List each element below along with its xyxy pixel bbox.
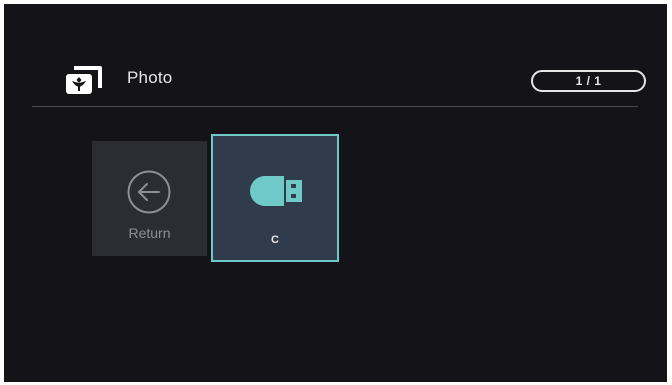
header-divider [32, 106, 638, 107]
page-indicator: 1 / 1 [531, 70, 646, 92]
drive-label: C [271, 234, 279, 246]
screen: Photo 1 / 1 Return C [4, 4, 667, 382]
page-title: Photo [127, 68, 173, 87]
photo-gallery-icon [62, 64, 106, 96]
return-label: Return [128, 225, 171, 241]
usb-drive-icon [248, 174, 304, 208]
return-button[interactable]: Return [92, 141, 207, 256]
drive-c-tile[interactable]: C [211, 134, 339, 262]
arrow-left-circle-icon [126, 169, 172, 215]
